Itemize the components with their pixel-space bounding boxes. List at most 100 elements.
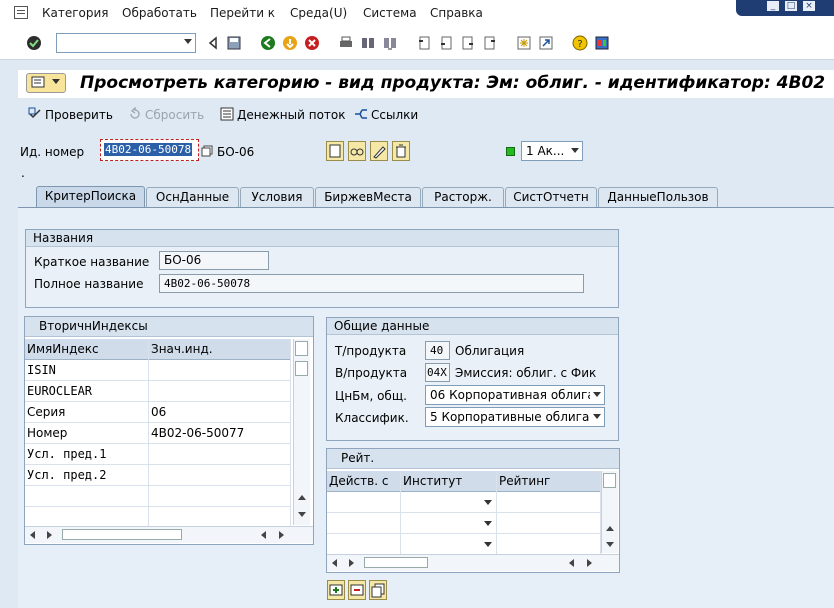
change-button[interactable] [370, 141, 388, 161]
column-index-value[interactable]: Знач.инд. [149, 339, 291, 360]
scroll-thumb[interactable] [364, 557, 428, 568]
scroll-up-icon[interactable] [606, 526, 614, 531]
column-index-name[interactable]: ИмяИндекс [25, 339, 149, 360]
column-rating[interactable]: Рейтинг [497, 471, 601, 492]
exit-icon[interactable] [282, 35, 298, 51]
display-button[interactable] [348, 141, 366, 161]
window-controls: _ □ × [736, 0, 834, 16]
tab-search-criteria[interactable]: КритерПоиска [36, 186, 145, 208]
menu-edit[interactable]: Обработать [122, 6, 197, 20]
chevron-down-icon[interactable] [484, 521, 492, 526]
column-valid-from[interactable]: Действ. с [327, 471, 401, 492]
create-button[interactable] [326, 141, 344, 161]
insert-row-button[interactable] [327, 580, 345, 600]
table-row[interactable] [25, 486, 291, 507]
shortcut-icon[interactable] [538, 35, 554, 51]
last-page-icon[interactable] [482, 35, 498, 51]
vertical-scrollbar[interactable] [293, 339, 310, 525]
scroll-right-icon[interactable] [279, 531, 284, 539]
menu-help[interactable]: Справка [430, 6, 483, 20]
securities-class-select[interactable]: 06 Корпоративная облига... [425, 385, 605, 405]
short-name-field[interactable]: БО-06 [159, 251, 269, 270]
delete-button[interactable] [392, 141, 410, 161]
horizontal-scrollbar[interactable] [327, 554, 619, 571]
new-session-icon[interactable] [516, 35, 532, 51]
status-select[interactable]: 1 Ак... [521, 141, 583, 161]
reset-button[interactable]: Сбросить [128, 107, 204, 122]
rating-table: Рейт. Действ. с Институт Рейтинг [326, 448, 620, 573]
system-menu-icon[interactable] [14, 6, 28, 19]
customize-layout-icon[interactable] [594, 35, 610, 51]
cashflow-button[interactable]: Денежный поток [220, 107, 346, 122]
table-row[interactable]: Номер 4B02-06-50077 [25, 423, 291, 444]
scroll-left-icon[interactable] [569, 559, 574, 567]
find-next-icon[interactable] [382, 35, 398, 51]
scroll-right-icon[interactable] [349, 559, 354, 567]
print-icon[interactable] [338, 35, 354, 51]
object-menu-button[interactable] [26, 73, 66, 93]
menu-category[interactable]: Категория [42, 6, 109, 20]
tab-exchanges[interactable]: БиржевМеста [315, 187, 421, 208]
first-page-icon[interactable] [416, 35, 432, 51]
tab-reporting[interactable]: СистОтчетн [505, 187, 597, 208]
save-icon[interactable] [226, 35, 242, 51]
tab-termination[interactable]: Расторж. [422, 187, 504, 208]
delete-row-button[interactable] [348, 580, 366, 600]
scroll-thumb[interactable] [295, 361, 308, 376]
chevron-down-icon[interactable] [484, 500, 492, 505]
table-row[interactable]: ISIN [25, 360, 291, 381]
next-page-icon[interactable] [460, 35, 476, 51]
menu-goto[interactable]: Перейти к [210, 6, 275, 20]
table-row[interactable]: Серия 06 [25, 402, 291, 423]
scroll-down-icon[interactable] [606, 542, 614, 547]
scroll-left-icon[interactable] [30, 531, 35, 539]
menu-system[interactable]: Система [363, 6, 417, 20]
table-row[interactable] [25, 507, 291, 528]
table-row[interactable] [327, 492, 601, 513]
tab-basic-data[interactable]: ОснДанные [146, 187, 239, 208]
chevron-down-icon[interactable] [184, 39, 192, 44]
back-icon[interactable] [260, 35, 276, 51]
column-settings-icon[interactable] [603, 473, 616, 488]
tab-conditions[interactable]: Условия [240, 187, 314, 208]
scroll-right-icon[interactable] [587, 559, 592, 567]
check-button[interactable]: Проверить [28, 107, 113, 122]
menu-environment[interactable]: Среда(U) [290, 6, 347, 20]
command-field[interactable] [56, 33, 196, 53]
scroll-right-icon[interactable] [47, 531, 52, 539]
column-institute[interactable]: Институт [401, 471, 497, 492]
scroll-left-icon[interactable] [332, 559, 337, 567]
cancel-icon[interactable] [304, 35, 320, 51]
horizontal-scrollbar[interactable] [25, 526, 313, 543]
close-icon[interactable]: × [802, 0, 816, 12]
chevron-down-icon[interactable] [484, 542, 492, 547]
table-row[interactable] [327, 513, 601, 534]
scroll-up-icon[interactable] [298, 495, 306, 500]
scroll-left-icon[interactable] [261, 531, 266, 539]
scroll-down-icon[interactable] [298, 512, 306, 517]
help-icon[interactable]: ? [572, 35, 588, 51]
product-subtype-field[interactable]: 04X [425, 363, 450, 382]
restore-icon[interactable]: □ [784, 0, 798, 12]
back-arrow-icon[interactable] [205, 35, 221, 51]
table-row[interactable] [327, 534, 601, 555]
links-button[interactable]: Ссылки [354, 107, 418, 122]
copy-row-button[interactable] [369, 580, 387, 600]
id-number-field[interactable]: 4B02-06-50078 [100, 139, 199, 161]
copy-icon[interactable] [201, 145, 213, 157]
chevron-down-icon [593, 392, 601, 397]
vertical-scrollbar[interactable] [601, 471, 618, 553]
find-icon[interactable] [360, 35, 376, 51]
enter-check-icon[interactable] [26, 35, 42, 51]
scroll-thumb[interactable] [62, 529, 182, 540]
table-row[interactable]: Усл. пред.2 [25, 465, 291, 486]
classification-select[interactable]: 5 Корпоративные облигац... [425, 407, 605, 427]
column-settings-icon[interactable] [295, 341, 308, 356]
product-type-field[interactable]: 40 [425, 341, 450, 360]
tab-user-data[interactable]: ДанныеПользов [598, 187, 718, 208]
table-row[interactable]: EUROCLEAR [25, 381, 291, 402]
minimize-icon[interactable]: _ [766, 0, 780, 12]
full-name-field[interactable]: 4B02-06-50078 [159, 274, 584, 293]
prev-page-icon[interactable] [438, 35, 454, 51]
table-row[interactable]: Усл. пред.1 [25, 444, 291, 465]
